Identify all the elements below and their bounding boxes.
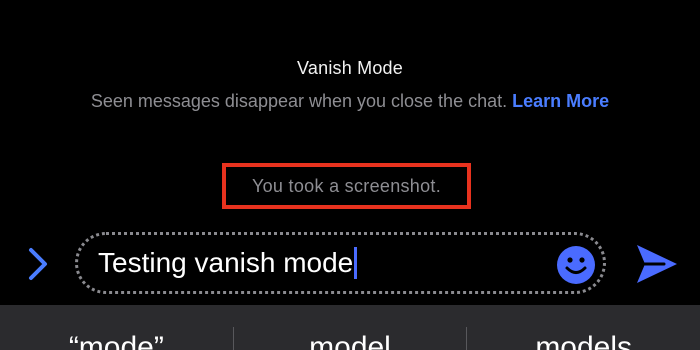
screenshot-notice-text: You took a screenshot.	[251, 175, 442, 196]
message-input-text: Testing vanish mode	[98, 247, 354, 278]
paper-plane-icon	[637, 245, 677, 283]
keyboard-suggestion-bar: “mode” model models	[0, 305, 700, 350]
suggestion-quoted[interactable]: “mode”	[0, 305, 233, 350]
vanish-mode-description: Seen messages disappear when you close t…	[0, 91, 700, 112]
suggestion-models[interactable]: models	[467, 305, 700, 350]
screenshot-notice-highlight: You took a screenshot.	[222, 163, 471, 209]
vanish-mode-description-text: Seen messages disappear when you close t…	[90, 91, 508, 111]
message-input-field[interactable]: Testing vanish mode	[98, 247, 358, 279]
text-cursor	[354, 247, 358, 279]
smiley-icon	[557, 246, 595, 284]
vanish-mode-title: Vanish Mode	[297, 58, 403, 78]
suggestion-model[interactable]: model	[234, 305, 467, 350]
emoji-button[interactable]	[556, 245, 596, 285]
learn-more-link[interactable]: Learn More	[512, 91, 609, 111]
send-button[interactable]	[634, 242, 680, 286]
chevron-right-icon	[29, 248, 47, 280]
message-input[interactable]: Testing vanish mode	[75, 232, 606, 294]
expand-button[interactable]	[22, 244, 54, 284]
